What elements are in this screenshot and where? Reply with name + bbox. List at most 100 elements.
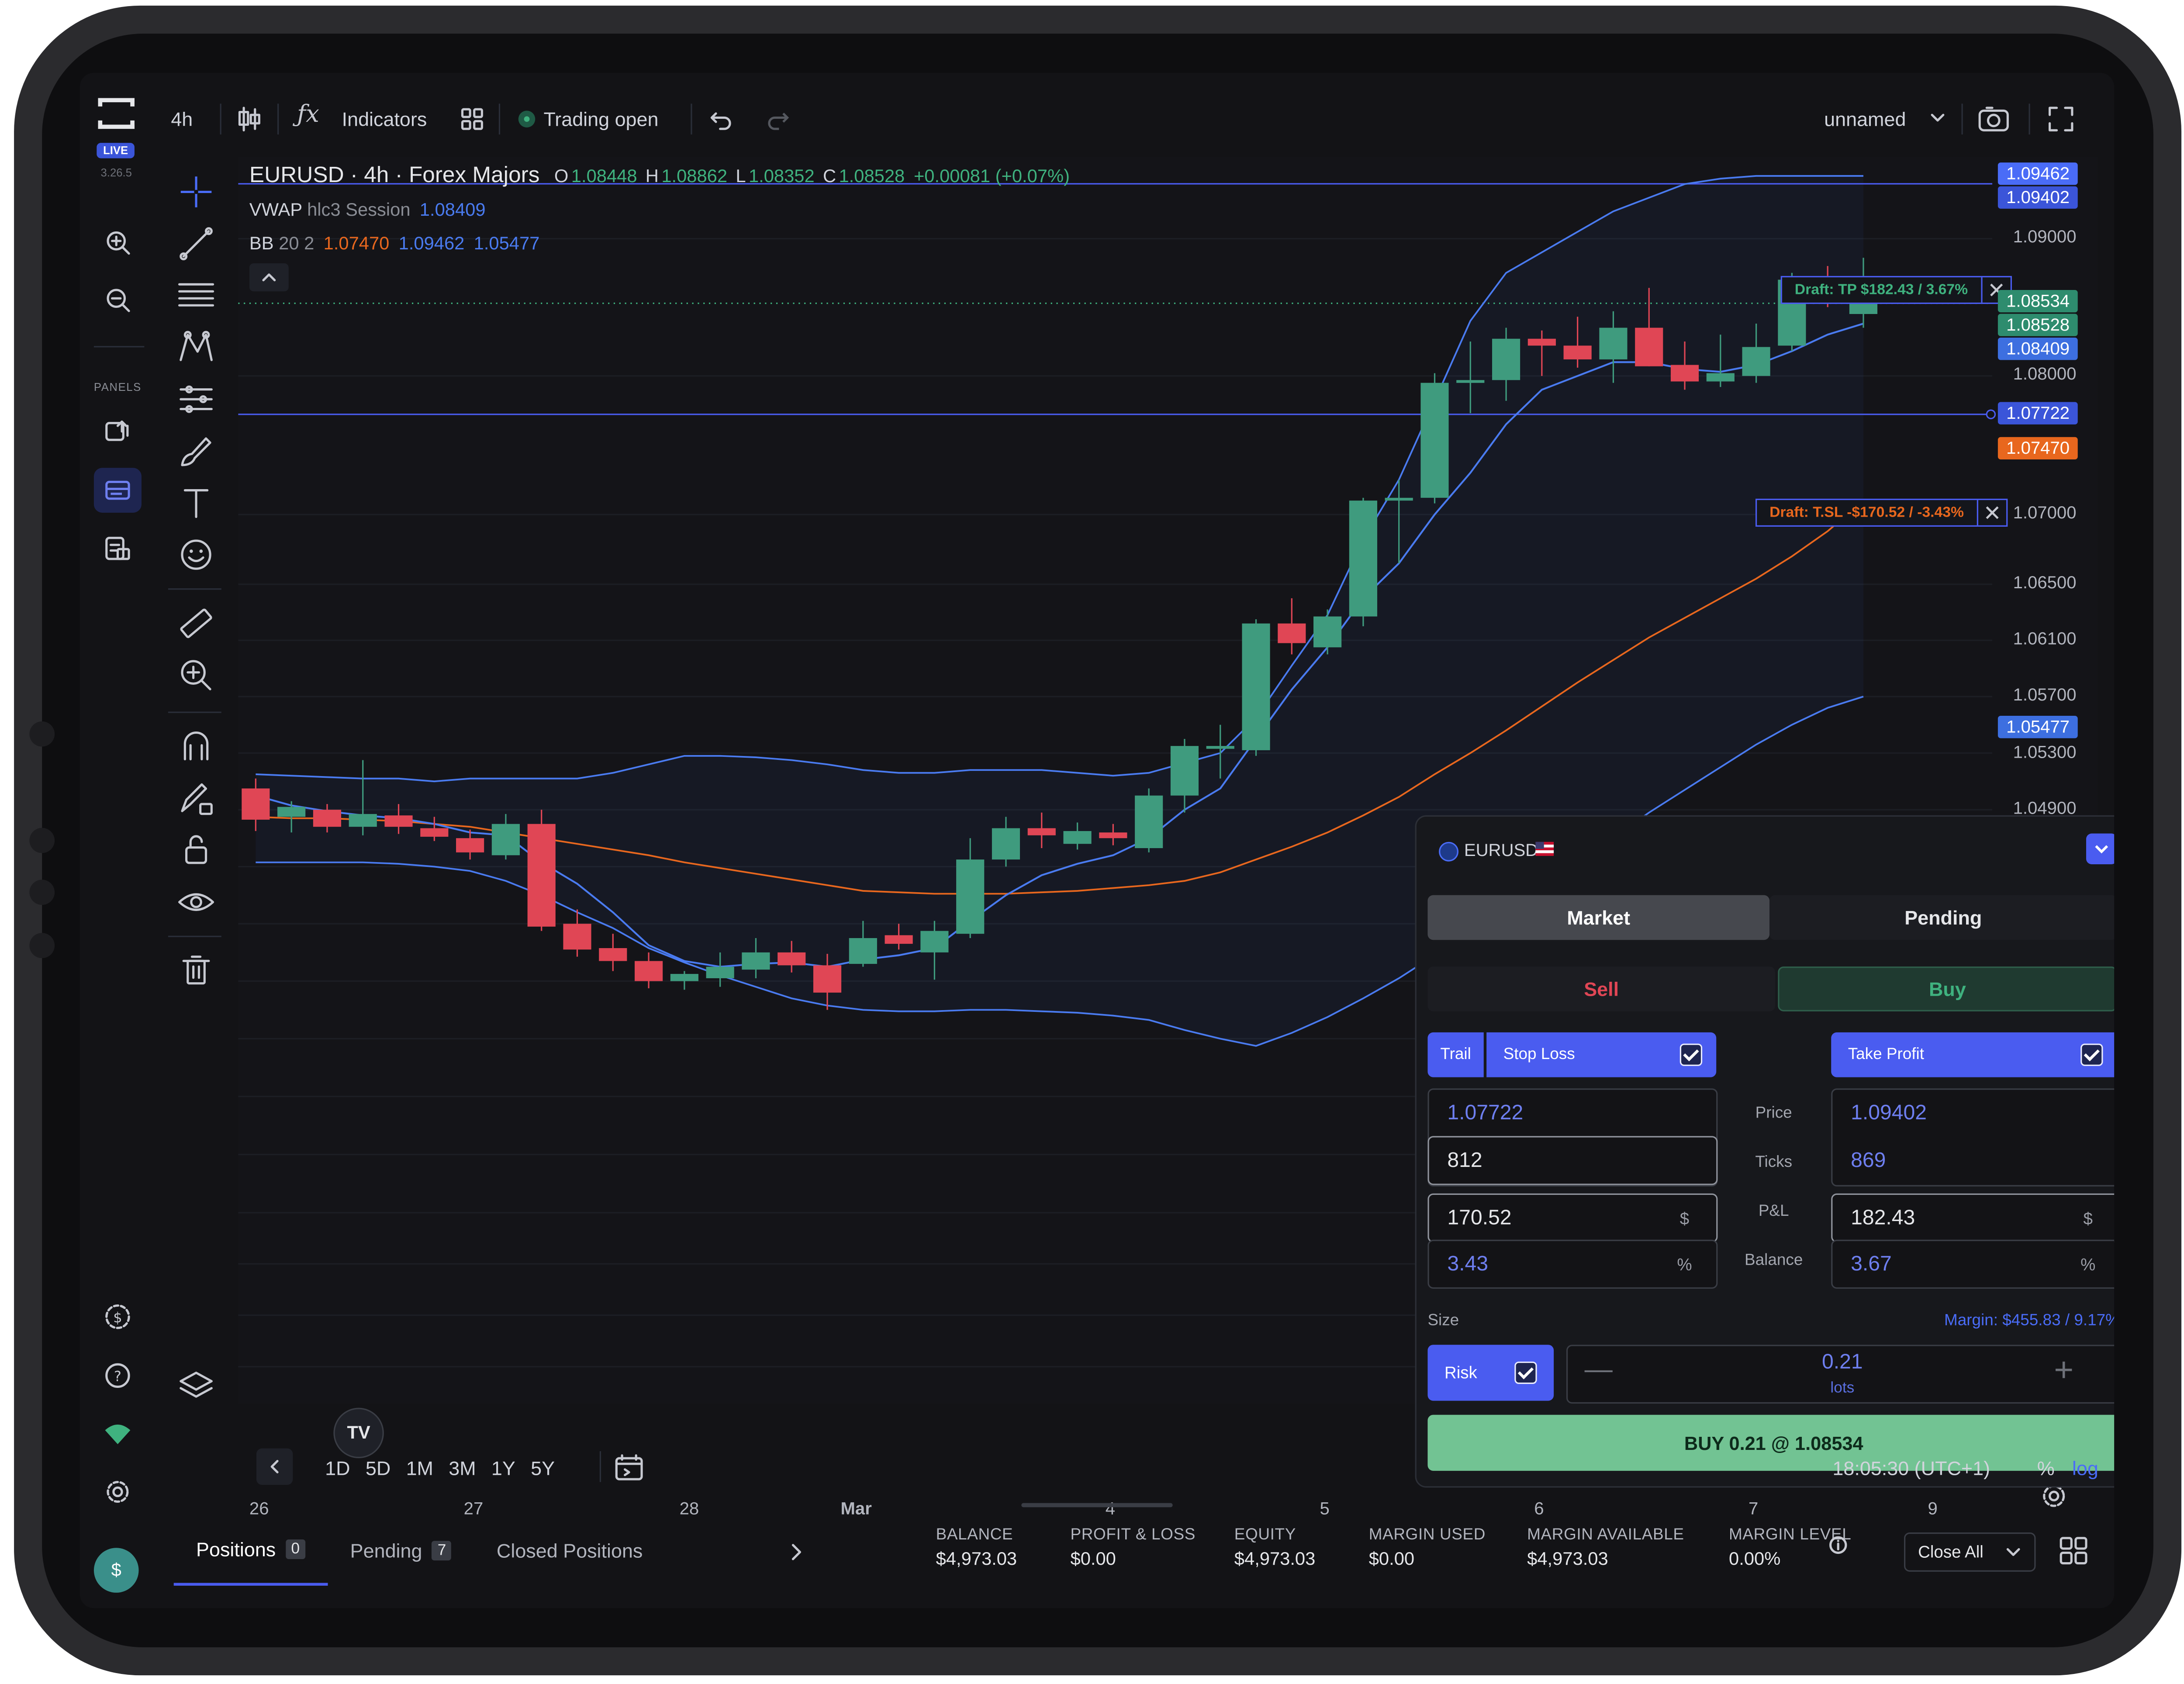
tp-balance-input[interactable]: 3.67 <box>1851 1253 1892 1277</box>
price-change: +0.00081 (+0.07%) <box>913 165 1070 186</box>
tab-pending[interactable]: Pending <box>1769 895 2115 940</box>
scroll-left-button[interactable] <box>256 1448 293 1485</box>
trash-icon[interactable] <box>175 950 217 992</box>
camera-screenshot-icon[interactable] <box>1976 104 2012 135</box>
sl-price-input[interactable]: 1.07722 <box>1447 1101 1523 1125</box>
layers-icon[interactable] <box>175 1364 217 1406</box>
stat-label: PROFIT & LOSS <box>1070 1527 1196 1544</box>
candle-body <box>1170 746 1199 796</box>
risk-checkbox[interactable] <box>1514 1361 1537 1384</box>
vwap-legend[interactable]: VWAP hlc3 Session 1.08409 <box>249 199 486 220</box>
lock-icon[interactable] <box>175 829 217 871</box>
tp-pnl-input[interactable]: 182.43 <box>1851 1206 1915 1230</box>
bb-legend[interactable]: BB 20 2 1.07470 1.09462 1.05477 <box>249 232 539 253</box>
transfer-icon[interactable] <box>102 418 133 445</box>
buy-button[interactable]: Buy <box>1778 966 2115 1011</box>
crosshair-icon[interactable] <box>175 171 217 213</box>
take-profit-checkbox[interactable] <box>2080 1043 2103 1066</box>
forecast-icon[interactable] <box>175 378 217 420</box>
price-tag: 1.08528 <box>1997 314 2078 336</box>
zoom-in-icon[interactable] <box>104 228 131 256</box>
redo-icon[interactable] <box>764 105 791 133</box>
candle-body <box>599 948 627 961</box>
symbol-title[interactable]: EURUSD · 4h · Forex Majors <box>249 164 539 188</box>
chart-clock[interactable]: 18:05:30 (UTC+1) <box>1832 1457 1990 1479</box>
price-tick-label: 1.06100 <box>2013 629 2077 649</box>
text-tool-icon[interactable] <box>175 482 217 524</box>
log-scale-toggle[interactable]: log <box>2072 1457 2098 1479</box>
drag-handle[interactable] <box>1021 1503 1173 1508</box>
date-range-icon[interactable] <box>612 1451 646 1485</box>
sl-balance-input[interactable]: 3.43 <box>1447 1253 1488 1277</box>
brush-icon[interactable] <box>175 430 217 472</box>
draw-lock-icon[interactable] <box>175 777 217 819</box>
candles-style-icon[interactable] <box>235 105 263 133</box>
tp-price-input[interactable]: 1.09402 <box>1851 1101 1927 1125</box>
collapse-legend-button[interactable] <box>249 263 289 292</box>
close-all-button[interactable]: Close All <box>1904 1532 2036 1572</box>
undo-icon[interactable] <box>708 105 736 133</box>
magnet-icon[interactable] <box>175 725 217 767</box>
sell-button[interactable]: Sell <box>1427 966 1775 1011</box>
sidebar-item-trading-panel[interactable] <box>93 468 142 513</box>
range-button[interactable]: 1M <box>406 1457 433 1479</box>
chevron-left-icon <box>270 1460 279 1474</box>
percent-scale-toggle[interactable]: % <box>2037 1457 2055 1479</box>
tab-positions[interactable]: Positions 0 <box>173 1516 328 1586</box>
draft-sl-label[interactable]: Draft: T.SL -$170.52 / -3.43% <box>1755 498 2008 527</box>
order-panel: EURUSD Market Pending Sell Buy Trail Sto… <box>1415 815 2115 1488</box>
stop-loss-checkbox[interactable] <box>1679 1043 1703 1066</box>
chart-pane[interactable]: EURUSD · 4h · Forex Majors O 1.08448 H 1.08… <box>238 157 2115 1518</box>
emoji-icon[interactable] <box>175 534 217 576</box>
candle-body <box>742 952 770 970</box>
zoom-tool-icon[interactable] <box>175 654 217 696</box>
dollar-circle-icon[interactable]: $ <box>102 1301 133 1332</box>
layout-name[interactable]: unnamed <box>1824 108 1906 130</box>
decrement-lots-button[interactable]: — <box>1585 1355 1613 1387</box>
tab-market[interactable]: Market <box>1427 895 1770 940</box>
wifi-connection-icon <box>105 1425 131 1444</box>
settings-gear-icon[interactable] <box>102 1477 133 1508</box>
zoom-out-icon[interactable] <box>104 286 131 314</box>
range-button[interactable]: 3M <box>449 1457 476 1479</box>
trail-toggle[interactable]: Trail <box>1427 1032 1484 1077</box>
pattern-icon[interactable] <box>175 326 217 368</box>
account-avatar[interactable]: $ <box>93 1548 139 1593</box>
range-button[interactable]: 5D <box>366 1457 390 1479</box>
lots-input[interactable]: 0.21 <box>1772 1350 1912 1374</box>
increment-lots-button[interactable]: + <box>2054 1352 2073 1391</box>
info-icon[interactable] <box>1828 1535 1848 1555</box>
take-profit-toggle[interactable]: Take Profit <box>1831 1032 2115 1077</box>
tab-pending[interactable]: Pending 7 <box>328 1516 474 1586</box>
sl-ticks-input[interactable]: 812 <box>1447 1149 1482 1173</box>
risk-toggle[interactable]: Risk <box>1427 1345 1554 1401</box>
help-icon[interactable]: ? <box>102 1360 133 1391</box>
fib-levels-icon[interactable] <box>175 275 217 317</box>
collapse-panel-button[interactable] <box>2086 833 2115 865</box>
tab-closed-positions[interactable]: Closed Positions <box>474 1516 665 1586</box>
orders-book-icon[interactable] <box>102 535 133 563</box>
chevron-down-icon[interactable] <box>1928 108 1948 128</box>
range-button[interactable]: 5Y <box>531 1457 555 1479</box>
range-button[interactable]: 1D <box>325 1457 350 1479</box>
account-stat: MARGIN AVAILABLE $4,973.03 <box>1527 1527 1684 1569</box>
ruler-icon[interactable] <box>175 602 217 644</box>
interval-selector[interactable]: 4h <box>171 108 193 130</box>
chevron-right-icon[interactable] <box>782 1538 810 1566</box>
visibility-eye-icon[interactable] <box>175 881 217 923</box>
trend-line-icon[interactable] <box>175 223 217 265</box>
sl-pnl-input[interactable]: 170.52 <box>1447 1206 1511 1230</box>
tp-ticks-input[interactable]: 869 <box>1851 1149 1886 1173</box>
draft-tp-label[interactable]: Draft: TP $182.43 / 3.67% <box>1780 276 2011 304</box>
templates-grid-icon[interactable] <box>458 105 486 133</box>
ticks-row-label: Ticks <box>1755 1154 1793 1171</box>
candle-body <box>1278 623 1306 643</box>
toolbar-divider <box>277 104 279 135</box>
fullscreen-icon[interactable] <box>2046 104 2077 135</box>
grid-layout-icon[interactable] <box>2057 1534 2091 1567</box>
indicators-button[interactable]: Indicators <box>342 108 427 130</box>
take-profit-label: Take Profit <box>1848 1046 1924 1063</box>
stop-loss-toggle[interactable]: Stop Loss <box>1486 1032 1717 1077</box>
range-button[interactable]: 1Y <box>491 1457 515 1479</box>
bb-basis-value: 1.07470 <box>323 232 390 254</box>
